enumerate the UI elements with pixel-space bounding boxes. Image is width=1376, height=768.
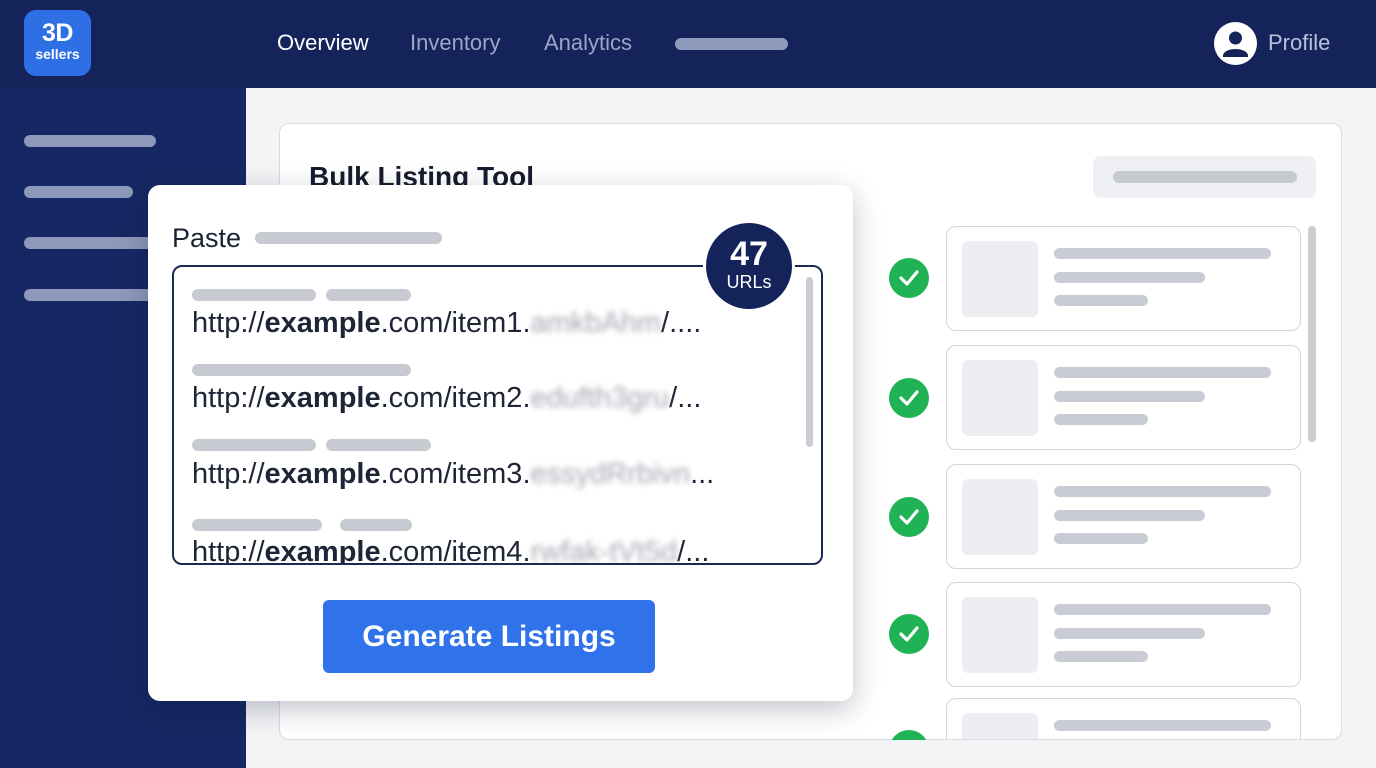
url-count-value: 47 — [730, 235, 768, 273]
listing-detail-skeleton — [1054, 628, 1205, 639]
listing-detail-skeleton — [1054, 391, 1205, 402]
nav-tab-analytics[interactable]: Analytics — [544, 30, 632, 56]
listing-thumbnail — [962, 360, 1038, 436]
check-icon — [889, 497, 929, 537]
listing-thumbnail — [962, 713, 1038, 739]
url-meta-skeleton — [192, 289, 316, 301]
listing-detail-skeleton — [1054, 510, 1205, 521]
brand-logo-line1: 3D — [42, 19, 73, 47]
brand-logo-line2: sellers — [35, 46, 80, 62]
listing-thumbnail — [962, 597, 1038, 673]
listing-result-card[interactable] — [946, 582, 1301, 687]
listing-detail-skeleton — [1054, 272, 1205, 283]
check-icon-clip — [889, 730, 929, 740]
nav-tab-overview[interactable]: Overview — [277, 30, 369, 56]
profile-link[interactable]: Profile — [1268, 30, 1330, 56]
nav-tab-placeholder[interactable] — [675, 38, 788, 50]
url-line: http://example.com/item1.amkbAhm/.... — [192, 307, 702, 339]
listing-title-skeleton — [1054, 486, 1271, 497]
listing-title-skeleton — [1054, 248, 1271, 259]
check-icon — [889, 258, 929, 298]
url-count-unit: URLs — [726, 272, 772, 292]
check-icon — [889, 614, 929, 654]
search-field-placeholder[interactable] — [1093, 156, 1316, 198]
listing-result-card-clip — [946, 698, 1301, 739]
url-meta-skeleton — [340, 519, 412, 531]
url-meta-skeleton — [192, 519, 322, 531]
search-field-skeleton — [1113, 171, 1297, 183]
listing-title-skeleton — [1054, 720, 1271, 731]
url-meta-skeleton — [192, 439, 316, 451]
listing-result-card[interactable] — [946, 345, 1301, 450]
sidebar-item-placeholder[interactable] — [24, 237, 156, 249]
results-scrollbar[interactable] — [1308, 226, 1316, 442]
url-count-badge: 47 URLs — [703, 220, 795, 312]
url-line: http://example.com/item2.edufth3gru/... — [192, 382, 702, 414]
check-icon — [889, 730, 929, 740]
check-icon — [889, 378, 929, 418]
listing-thumbnail — [962, 479, 1038, 555]
paste-label: Paste — [172, 223, 242, 253]
sidebar-item-placeholder[interactable] — [24, 186, 133, 198]
url-meta-skeleton — [326, 289, 411, 301]
listing-title-skeleton — [1054, 604, 1271, 615]
listing-result-card[interactable] — [946, 226, 1301, 331]
url-meta-skeleton — [326, 439, 431, 451]
sidebar-item-placeholder[interactable] — [24, 135, 156, 147]
sidebar-item-placeholder[interactable] — [24, 289, 156, 301]
url-line: http://example.com/item3.essydRrbivn... — [192, 458, 715, 490]
url-line: http://example.com/item4.rwfak-tVt5d/... — [192, 536, 710, 565]
listing-price-skeleton — [1054, 533, 1148, 544]
generate-listings-button[interactable]: Generate Listings — [323, 600, 655, 673]
brand-logo[interactable]: 3D sellers — [24, 10, 91, 76]
listing-title-skeleton — [1054, 367, 1271, 378]
url-box-scrollbar[interactable] — [806, 277, 813, 447]
top-nav-bar: 3D sellers Overview Inventory Analytics … — [0, 0, 1376, 88]
nav-tab-inventory[interactable]: Inventory — [410, 30, 501, 56]
listing-thumbnail — [962, 241, 1038, 317]
listing-result-card[interactable] — [946, 698, 1301, 739]
paste-label-skeleton — [255, 232, 442, 244]
listing-result-card[interactable] — [946, 464, 1301, 569]
listing-price-skeleton — [1054, 651, 1148, 662]
listing-price-skeleton — [1054, 295, 1148, 306]
url-input-textarea[interactable]: http://example.com/item1.amkbAhm/.... ht… — [172, 265, 823, 565]
listing-price-skeleton — [1054, 414, 1148, 425]
profile-avatar-icon[interactable] — [1214, 22, 1257, 65]
url-meta-skeleton — [192, 364, 411, 376]
